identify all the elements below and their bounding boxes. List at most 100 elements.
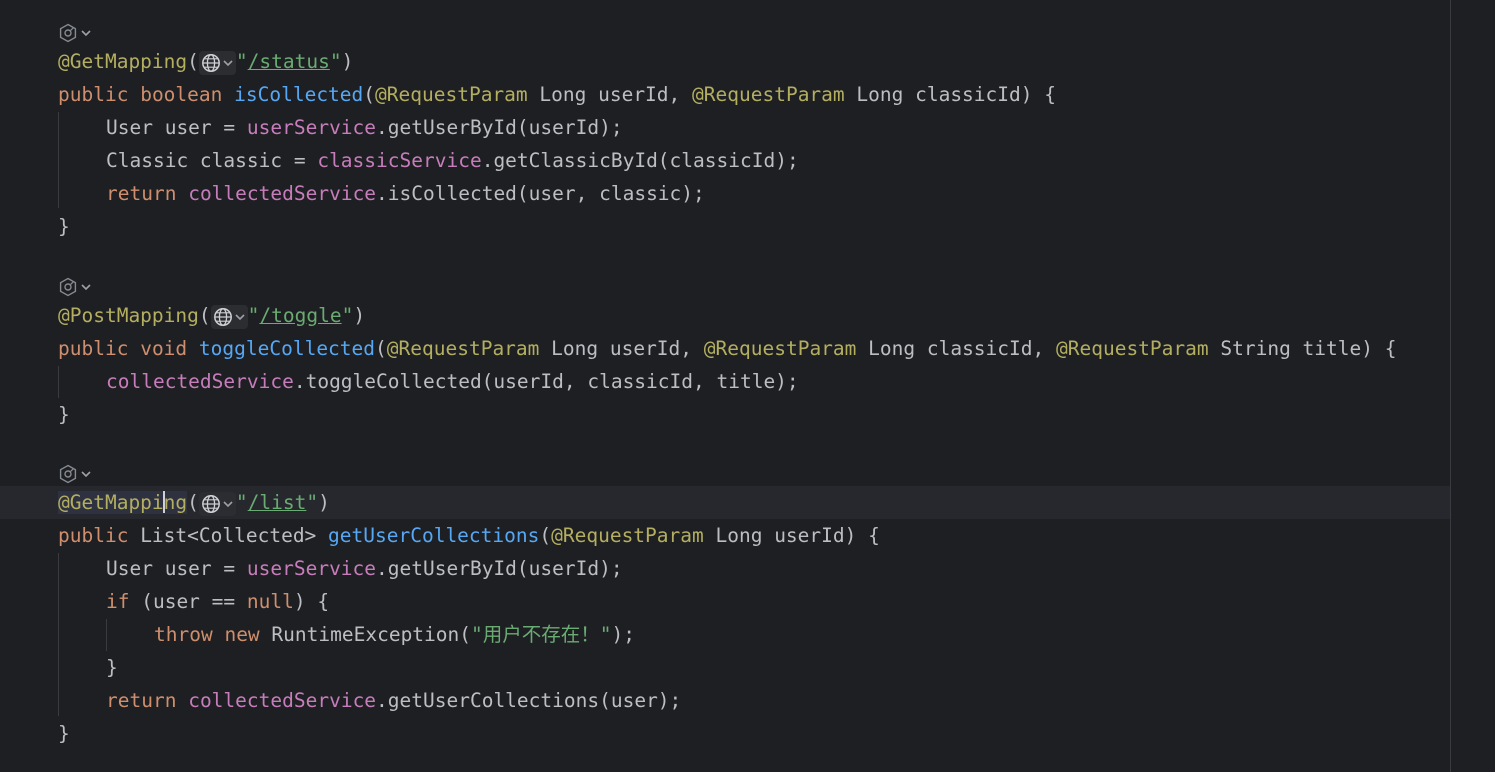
field-ref: collectedService xyxy=(188,689,377,712)
code-text: User user = xyxy=(106,116,247,139)
code-text: RuntimeException( xyxy=(259,623,472,646)
closing-brace: } xyxy=(58,403,70,426)
code-text: ); xyxy=(611,623,635,646)
endpoint-url-chip[interactable] xyxy=(210,305,248,329)
spring-bean-icon xyxy=(58,464,78,484)
code-text: ) { xyxy=(293,590,330,613)
endpoint-path[interactable]: /status xyxy=(248,50,330,73)
spring-bean-icon xyxy=(58,23,78,43)
globe-icon xyxy=(201,53,221,73)
method-name: isCollected xyxy=(234,83,364,106)
code-line: User user = userService.getUserById(user… xyxy=(106,111,623,144)
field-ref: collectedService xyxy=(188,182,377,205)
annotation: @RequestParam xyxy=(551,524,704,547)
field-ref: classicService xyxy=(317,149,482,172)
keyword: public xyxy=(58,83,129,106)
indent-guide xyxy=(58,366,59,398)
code-text: (user == xyxy=(129,590,247,613)
field-ref: userService xyxy=(246,116,377,139)
code-text: Long userId) { xyxy=(703,524,880,547)
annotation: @RequestParam xyxy=(692,83,845,106)
closing-brace: } xyxy=(58,215,70,238)
chevron-down-icon xyxy=(222,498,234,510)
annotation: @RequestParam xyxy=(386,337,540,360)
code-line: @GetMapping("/list") xyxy=(58,491,330,516)
code-line: if (user == null) { xyxy=(106,585,329,618)
spring-bean-gutter-icon[interactable] xyxy=(58,24,92,42)
code-text: Long userId, xyxy=(527,83,693,106)
code-line: public List<Collected> getUserCollection… xyxy=(58,524,880,547)
code-line: public void toggleCollected(@RequestPara… xyxy=(58,337,1397,360)
annotation-part: ng xyxy=(163,491,188,514)
code-line: @GetMapping("/status") xyxy=(58,50,354,75)
right-margin-guide xyxy=(1450,0,1451,772)
keyword: if xyxy=(106,590,130,613)
code-line: return collectedService.getUserCollectio… xyxy=(106,684,681,717)
code-line: collectedService.toggleCollected(userId,… xyxy=(106,365,799,398)
chevron-down-icon xyxy=(222,57,234,69)
annotation: @RequestParam xyxy=(1056,337,1209,360)
closing-brace: } xyxy=(58,722,70,745)
code-line: } xyxy=(106,651,118,684)
field-ref: collectedService xyxy=(106,370,294,393)
globe-icon xyxy=(201,494,221,514)
code-text: Classic classic = xyxy=(106,149,318,172)
code-text: .getUserById(userId); xyxy=(376,116,623,139)
code-text: .getClassicById(classicId); xyxy=(481,149,799,172)
keyword: void xyxy=(140,337,188,360)
annotation-part: @GetMappi xyxy=(58,491,164,514)
keyword: return xyxy=(106,689,177,712)
code-line: public boolean isCollected(@RequestParam… xyxy=(58,83,1056,106)
spring-bean-gutter-icon[interactable] xyxy=(58,465,92,483)
chevron-down-icon xyxy=(80,281,92,293)
annotation: @PostMapping xyxy=(58,304,199,327)
keyword: public xyxy=(58,337,129,360)
code-line: Classic classic = classicService.getClas… xyxy=(106,144,799,177)
code-text: Long classicId, xyxy=(856,337,1056,360)
code-text: List<Collected> xyxy=(128,524,329,547)
endpoint-path[interactable]: /toggle xyxy=(259,304,341,327)
spring-bean-gutter-icon[interactable] xyxy=(58,278,92,296)
code-line: return collectedService.isCollected(user… xyxy=(106,177,705,210)
globe-icon xyxy=(213,307,233,327)
annotation: @GetMapping xyxy=(58,50,188,73)
indent-guide xyxy=(58,553,59,716)
chevron-down-icon xyxy=(80,27,92,39)
code-text: .isCollected(user, classic); xyxy=(376,182,705,205)
field-ref: userService xyxy=(246,557,377,580)
code-line: User user = userService.getUserById(user… xyxy=(106,552,623,585)
code-text: Long classicId) { xyxy=(844,83,1056,106)
chevron-down-icon xyxy=(80,468,92,480)
code-text: .getUserCollections(user); xyxy=(376,689,682,712)
code-text: .getUserById(userId); xyxy=(376,557,623,580)
indent-guide xyxy=(58,112,59,208)
string-literal: "用户不存在！" xyxy=(471,623,612,646)
method-name: getUserCollections xyxy=(328,524,540,547)
keyword: boolean xyxy=(140,83,223,106)
endpoint-url-chip[interactable] xyxy=(198,492,236,516)
code-text: .toggleCollected(userId, classicId, titl… xyxy=(293,370,799,393)
keyword: null xyxy=(246,590,294,613)
chevron-down-icon xyxy=(234,311,246,323)
code-line: } xyxy=(58,210,70,243)
code-line: } xyxy=(58,717,70,750)
annotation: @GetMapping xyxy=(58,491,188,514)
endpoint-path[interactable]: /list xyxy=(248,491,307,514)
keyword: public xyxy=(58,524,129,547)
annotation: @RequestParam xyxy=(703,337,857,360)
method-name: toggleCollected xyxy=(198,337,376,360)
code-text: Long userId, xyxy=(539,337,704,360)
code-text: String title) { xyxy=(1208,337,1397,360)
closing-brace: } xyxy=(106,656,118,679)
keyword: return xyxy=(106,182,177,205)
endpoint-url-chip[interactable] xyxy=(198,51,236,75)
keyword: throw xyxy=(154,623,213,646)
annotation: @RequestParam xyxy=(375,83,528,106)
code-line: throw new RuntimeException("用户不存在！"); xyxy=(154,618,635,651)
indent-guide xyxy=(106,619,107,651)
code-line: @PostMapping("/toggle") xyxy=(58,304,366,329)
code-editor[interactable]: @GetMapping("/status") public boolean is… xyxy=(0,0,1495,772)
keyword: new xyxy=(224,623,260,646)
spring-bean-icon xyxy=(58,277,78,297)
code-text: User user = xyxy=(106,557,247,580)
